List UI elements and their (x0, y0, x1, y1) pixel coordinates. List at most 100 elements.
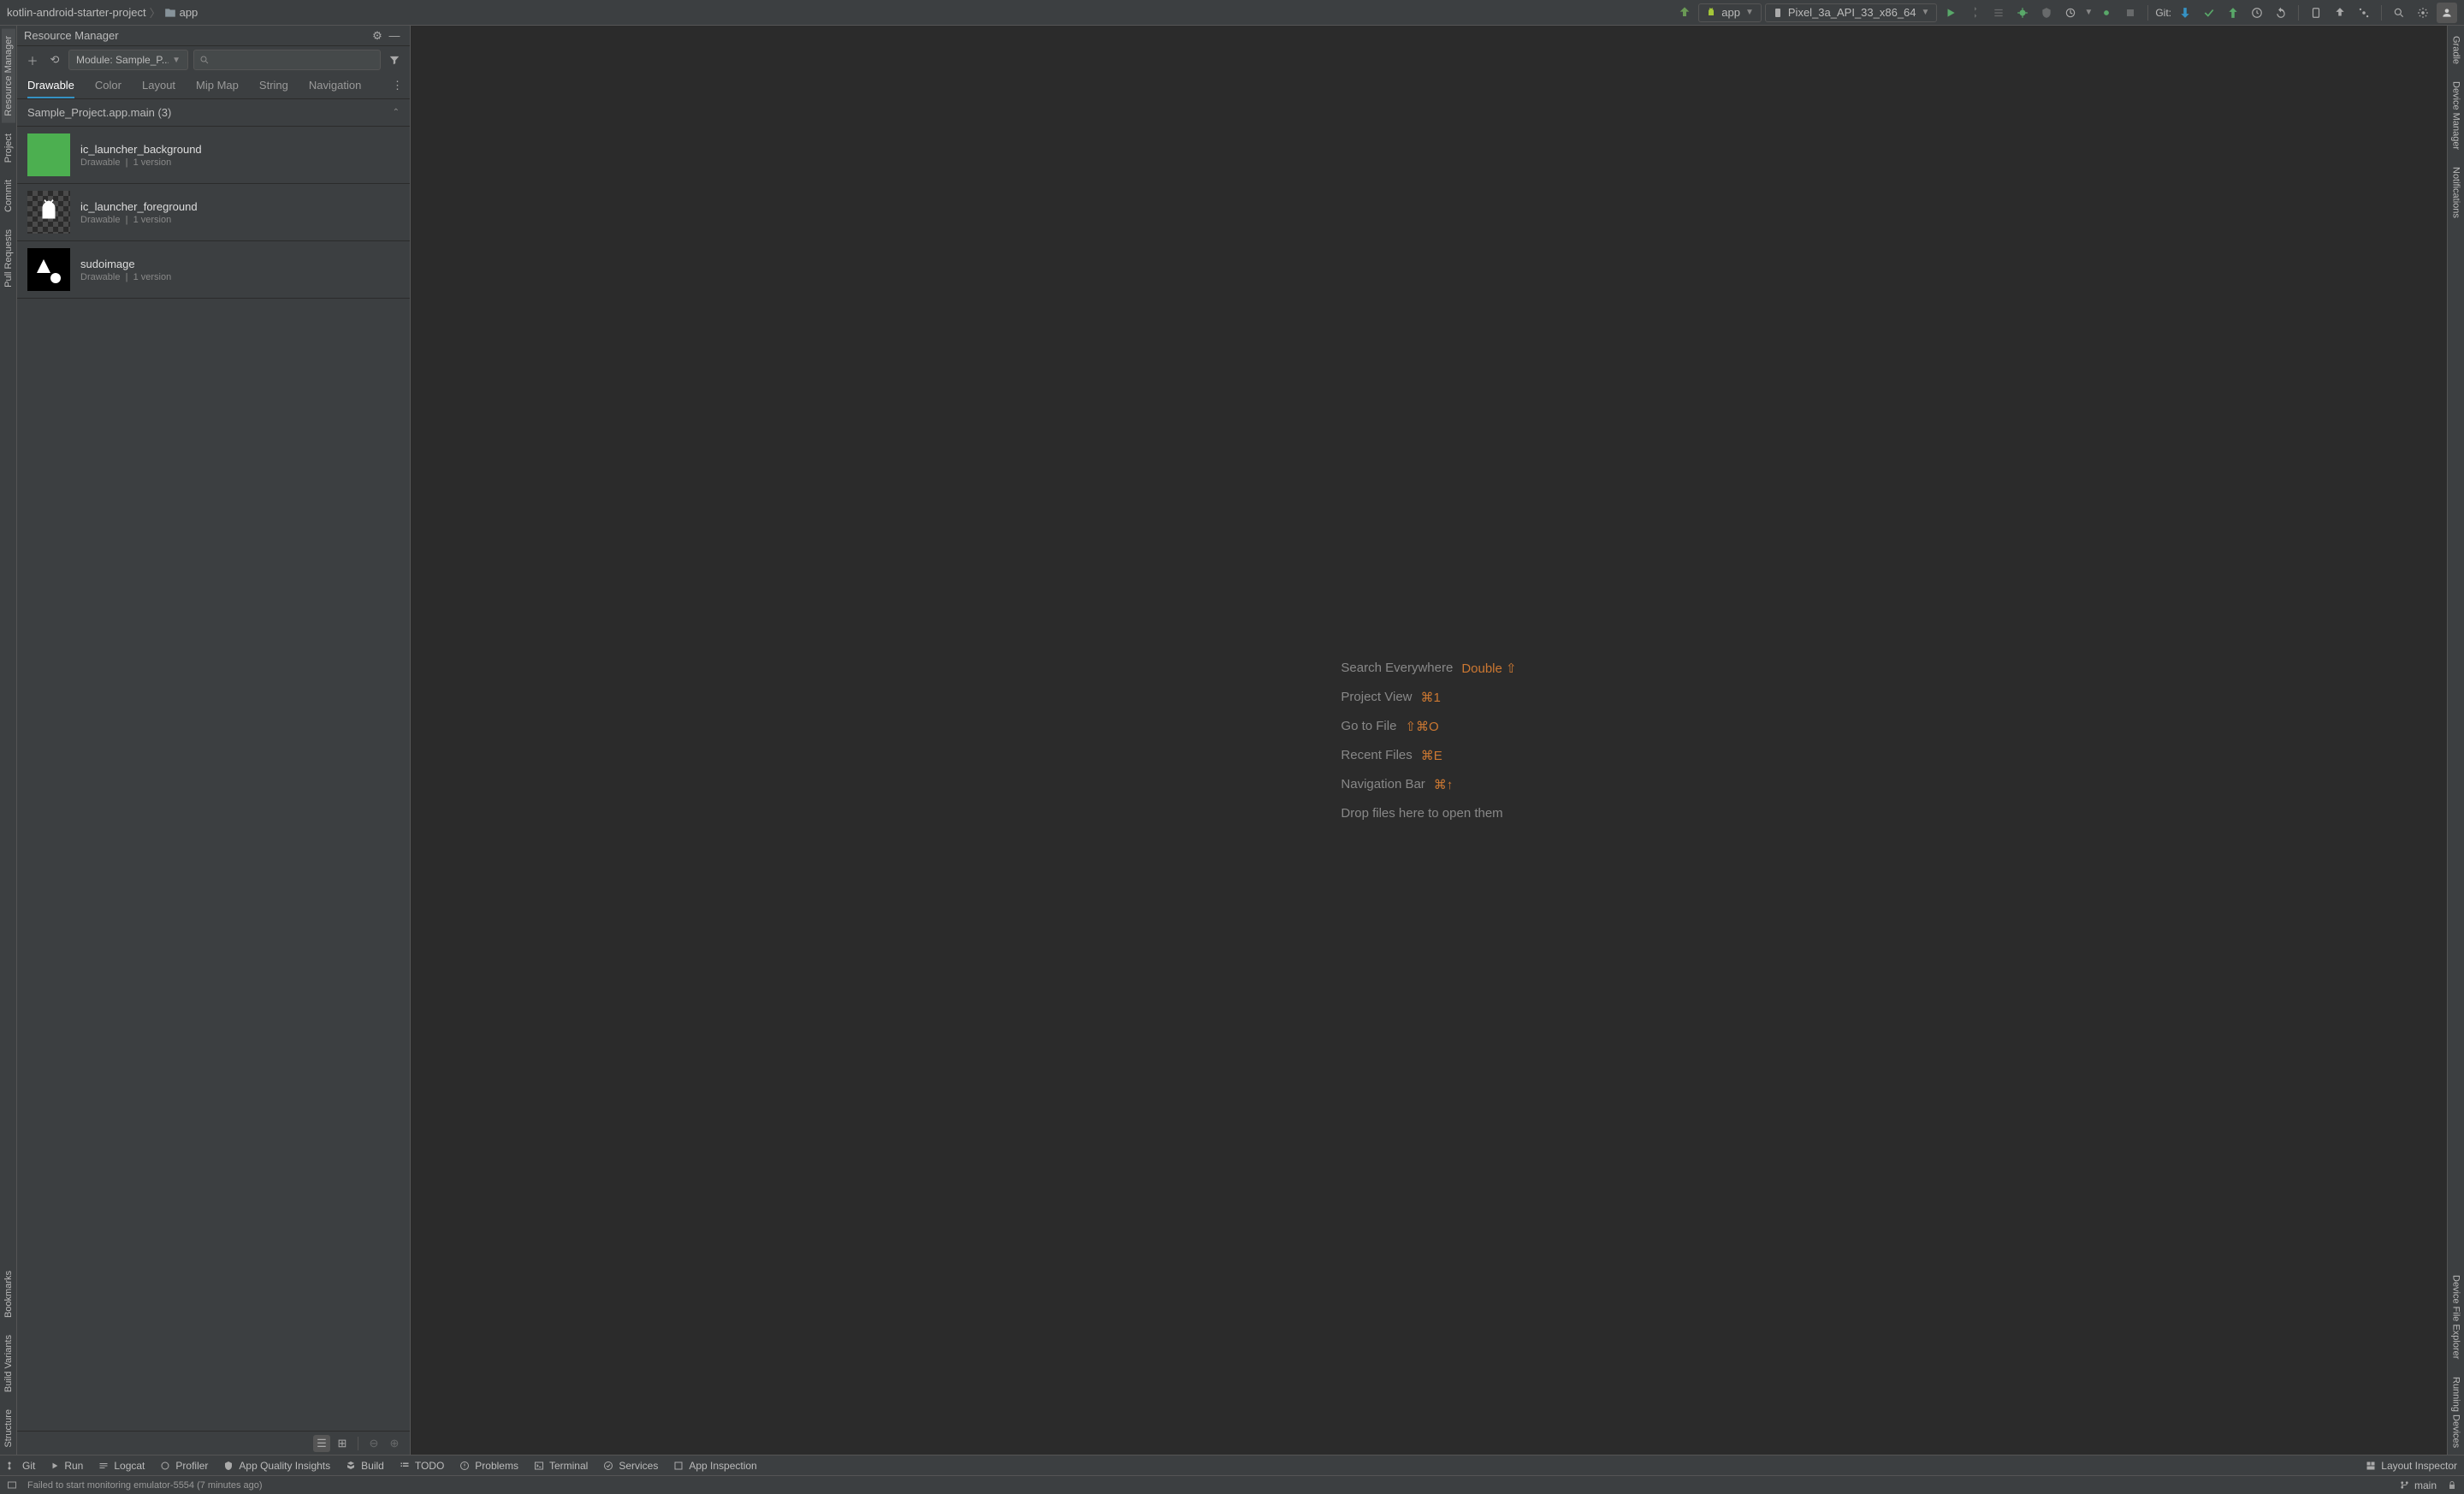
android-icon (1706, 8, 1716, 18)
breadcrumb-project[interactable]: kotlin-android-starter-project (7, 6, 146, 19)
run-button[interactable] (1940, 3, 1961, 23)
resource-name: ic_launcher_background (80, 143, 202, 156)
rail-bookmarks[interactable]: Bookmarks (2, 1264, 15, 1325)
device-selector[interactable]: Pixel_3a_API_33_x86_64 ▼ (1765, 3, 1938, 22)
rail-gradle[interactable]: Gradle (2449, 29, 2463, 71)
resource-thumbnail (27, 191, 70, 234)
hint-shortcut: Double ⇧ (1461, 661, 1516, 676)
hint-shortcut: ⌘E (1421, 748, 1442, 763)
rail-device-file-explorer[interactable]: Device File Explorer (2449, 1268, 2463, 1366)
avd-manager-icon[interactable] (2306, 3, 2326, 23)
bottom-todo[interactable]: TODO (400, 1460, 444, 1472)
coverage-icon[interactable] (2036, 3, 2057, 23)
rail-build-variants[interactable]: Build Variants (2, 1328, 15, 1399)
right-tool-rail: Gradle Device Manager Notifications Devi… (2447, 26, 2464, 1455)
resource-item[interactable]: sudoimage Drawable | 1 version (17, 241, 410, 299)
update-project-icon[interactable] (2175, 3, 2195, 23)
zoom-out-icon[interactable]: ⊖ (365, 1435, 382, 1452)
hint-label: Go to File (1341, 719, 1396, 734)
panel-footer: ☰ ⊞ ⊖ ⊕ (17, 1431, 410, 1455)
resource-item[interactable]: ic_launcher_foreground Drawable | 1 vers… (17, 184, 410, 241)
bottom-services[interactable]: Services (603, 1460, 658, 1472)
tab-navigation[interactable]: Navigation (309, 74, 361, 98)
rail-device-manager[interactable]: Device Manager (2449, 74, 2463, 157)
attach-debugger-icon[interactable] (2096, 3, 2117, 23)
bottom-layout-inspector[interactable]: Layout Inspector (2366, 1460, 2457, 1472)
panel-toolbar: ＋ ⟲ Module: Sample_P... ▼ (17, 46, 410, 74)
bottom-problems[interactable]: Problems (459, 1460, 518, 1472)
bottom-app-inspection[interactable]: App Inspection (673, 1460, 756, 1472)
git-label: Git: (2155, 7, 2171, 19)
minimize-icon[interactable]: — (386, 27, 403, 44)
left-tool-rail: Resource Manager Project Commit Pull Req… (0, 26, 17, 1455)
more-icon[interactable]: ⋮ (392, 79, 403, 92)
add-icon[interactable]: ＋ (24, 51, 41, 68)
search-icon (199, 55, 210, 65)
resource-manager-panel: Resource Manager ⚙ — ＋ ⟲ Module: Sample_… (17, 26, 411, 1455)
breadcrumb-module[interactable]: app (180, 6, 198, 19)
tab-layout[interactable]: Layout (142, 74, 175, 98)
resource-name: sudoimage (80, 258, 171, 270)
push-icon[interactable] (2223, 3, 2243, 23)
hint-label: Search Everywhere (1341, 661, 1453, 676)
chevron-down-icon: ▼ (1922, 8, 1930, 17)
list-view-icon[interactable]: ☰ (313, 1435, 330, 1452)
gear-icon[interactable]: ⚙ (369, 27, 386, 44)
apply-code-changes-icon[interactable] (1988, 3, 2009, 23)
rail-structure[interactable]: Structure (2, 1402, 15, 1455)
stop-button[interactable] (2120, 3, 2141, 23)
bottom-run[interactable]: Run (50, 1460, 83, 1472)
rail-notifications[interactable]: Notifications (2449, 160, 2463, 225)
bottom-app-quality[interactable]: App Quality Insights (223, 1460, 330, 1472)
app-links-icon[interactable] (2354, 3, 2374, 23)
debug-button[interactable] (2012, 3, 2033, 23)
zoom-in-icon[interactable]: ⊕ (386, 1435, 403, 1452)
hint-label: Project View (1341, 690, 1412, 705)
search-everywhere-icon[interactable] (2389, 3, 2409, 23)
module-selector[interactable]: Module: Sample_P... ▼ (68, 50, 188, 70)
search-input[interactable] (193, 50, 381, 70)
profile-icon[interactable] (2060, 3, 2081, 23)
tab-string[interactable]: String (259, 74, 288, 98)
tab-drawable[interactable]: Drawable (27, 74, 74, 98)
filter-icon[interactable] (386, 51, 403, 68)
section-label: Sample_Project.app.main (3) (27, 106, 171, 119)
drop-hint: Drop files here to open them (1341, 806, 1502, 821)
resource-item[interactable]: ic_launcher_background Drawable | 1 vers… (17, 127, 410, 184)
chevron-up-icon: ⌃ (393, 108, 400, 117)
sync-gradle-icon[interactable] (1674, 3, 1695, 23)
bottom-logcat[interactable]: Logcat (98, 1460, 145, 1472)
editor-area[interactable]: Search EverywhereDouble ⇧ Project View⌘1… (411, 26, 2447, 1455)
rollback-icon[interactable] (2271, 3, 2291, 23)
apply-changes-icon[interactable] (1964, 3, 1985, 23)
sdk-manager-icon[interactable] (2330, 3, 2350, 23)
bottom-build[interactable]: Build (346, 1460, 384, 1472)
breadcrumb: kotlin-android-starter-project 〉 app (7, 4, 198, 21)
rail-project[interactable]: Project (2, 127, 15, 169)
refresh-icon[interactable]: ⟲ (46, 51, 63, 68)
history-icon[interactable] (2247, 3, 2267, 23)
grid-view-icon[interactable]: ⊞ (334, 1435, 351, 1452)
bottom-git[interactable]: Git (7, 1460, 35, 1472)
chevron-down-icon[interactable]: ▼ (2084, 8, 2093, 17)
chevron-down-icon: ▼ (172, 56, 181, 65)
run-config-label: app (1721, 6, 1740, 19)
status-icon[interactable] (7, 1480, 17, 1491)
rail-running-devices[interactable]: Running Devices (2449, 1370, 2463, 1455)
chevron-right-icon: 〉 (150, 4, 161, 21)
commit-icon[interactable] (2199, 3, 2219, 23)
user-icon[interactable] (2437, 3, 2457, 23)
bottom-terminal[interactable]: Terminal (534, 1460, 588, 1472)
git-branch[interactable]: main (2400, 1479, 2437, 1491)
resource-meta: Drawable | 1 version (80, 157, 202, 168)
lock-icon[interactable] (2447, 1480, 2457, 1491)
tab-color[interactable]: Color (95, 74, 121, 98)
tab-mipmap[interactable]: Mip Map (196, 74, 239, 98)
rail-commit[interactable]: Commit (2, 173, 15, 219)
bottom-profiler[interactable]: Profiler (160, 1460, 208, 1472)
rail-pull-requests[interactable]: Pull Requests (2, 222, 15, 294)
section-header[interactable]: Sample_Project.app.main (3) ⌃ (17, 99, 410, 127)
settings-icon[interactable] (2413, 3, 2433, 23)
run-config-selector[interactable]: app ▼ (1698, 3, 1762, 22)
rail-resource-manager[interactable]: Resource Manager (2, 29, 15, 123)
